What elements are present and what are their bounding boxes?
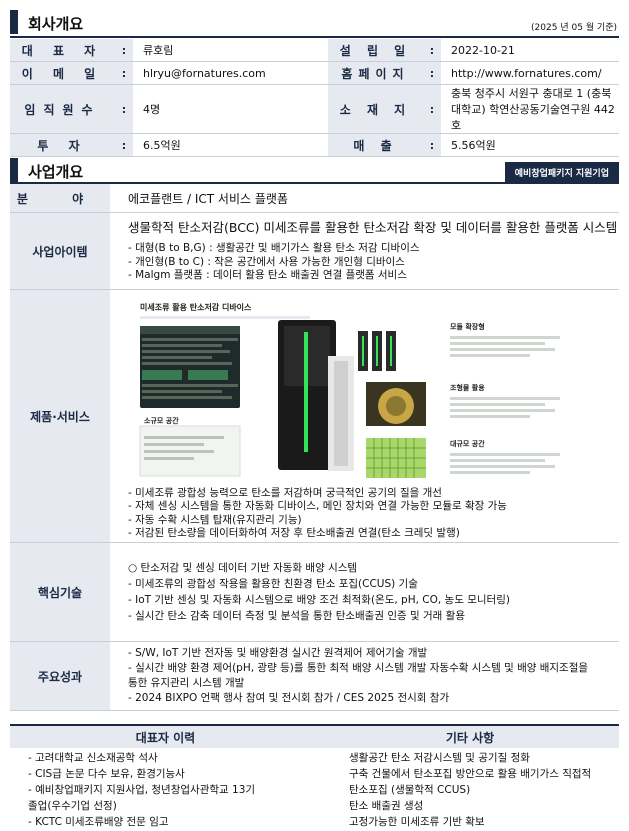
item-title: 생물학적 탄소저감(BCC) 미세조류를 활용한 탄소저감 확장 및 데이터를 …	[128, 220, 618, 236]
list-item: - 개인형(B to C) : 작은 공간에서 사용 가능한 개인형 디바이스	[128, 255, 405, 268]
value-homepage[interactable]: http://www.fornatures.com/	[441, 61, 619, 85]
list-item: - 2024 BIXPO 언팩 행사 참여 및 전시회 참가 / CES 202…	[128, 692, 450, 704]
list-item: - IoT 기반 센싱 및 자동화 시스템으로 배양 조건 최적화(온도, pH…	[128, 594, 510, 606]
section-marker	[10, 158, 18, 182]
label-field: 분 야	[10, 184, 110, 213]
value-employees: 4명	[133, 84, 328, 134]
label-business-item: 사업아이템	[10, 212, 110, 290]
list-item: 고정가능한 미세조류 기반 확보	[349, 816, 485, 828]
table-header-row: 대표자 이력 기타 사항	[10, 724, 619, 748]
list-item: 통한 유지관리 시스템 개발	[128, 677, 245, 689]
support-badge: 예비창업패키지 지원기업	[504, 162, 619, 182]
list-item: - 자체 센싱 시스템을 통한 자동화 디바이스, 메인 장치와 연결 가능한 …	[128, 500, 507, 512]
table-row: 사업아이템 생물학적 탄소저감(BCC) 미세조류를 활용한 탄소저감 확장 및…	[10, 212, 619, 290]
product-image-title: 미세조류 활용 탄소저감 디바이스	[140, 302, 252, 312]
small-space-label: 소규모 공간	[144, 416, 179, 425]
value-investment: 6.5억원	[133, 133, 328, 157]
business-section-title: 사업개요	[28, 163, 84, 181]
list-item: ○ 탄소저감 및 센싱 데이터 기반 자동화 배양 시스템	[128, 562, 358, 574]
table-row: - 고려대학교 신소재공학 석사 - CIS급 논문 다수 보유, 환경기능사 …	[10, 748, 619, 831]
label-revenue: 매 출	[328, 133, 423, 157]
module-label: 모듈 확장형	[450, 322, 485, 331]
label-homepage: 홈페이지	[328, 61, 423, 85]
business-table: 분 야 에코플랜트 / ICT 서비스 플랫폼 사업아이템 생물학적 탄소저감(…	[10, 184, 619, 711]
list-item: - Malgm 플랫폼 : 데이터 활용 탄소 배출권 연결 플랫폼 서비스	[128, 269, 407, 282]
table-row: 분 야 에코플랜트 / ICT 서비스 플랫폼	[10, 184, 619, 213]
company-info-table: 대 표 자 : 류호림 설 립 일 : 2022-10-21 이 메 일 : h…	[10, 39, 619, 157]
label-achievements: 주요성과	[10, 641, 110, 711]
list-item: - 저감된 탄소량을 데이터화하여 저장 후 탄소배출권 연결(탄소 크레딧 발…	[128, 527, 460, 539]
value-founded: 2022-10-21	[441, 39, 619, 62]
label-investment: 투 자	[10, 133, 115, 157]
table-row: 핵심기술 ○ 탄소저감 및 센싱 데이터 기반 자동화 배양 시스템 - 미세조…	[10, 542, 619, 642]
other-notes-header: 기타 사항	[321, 724, 619, 748]
date-note: (2025 년 05 월 기준)	[531, 23, 617, 33]
list-item: - 예비창업패키지 지원사업, 청년창업사관학교 13기	[28, 784, 256, 796]
bottom-table: 대표자 이력 기타 사항 - 고려대학교 신소재공학 석사 - CIS급 논문 …	[10, 724, 619, 831]
list-item: - 미세조류 광합성 능력으로 탄소를 저감하며 궁극적인 공기의 질을 개선	[128, 486, 442, 499]
label-founded: 설 립 일	[328, 39, 423, 62]
list-item: - 실시간 탄소 감축 데이터 측정 및 분석을 통한 탄소배출권 인증 및 거…	[128, 610, 465, 622]
sculpture-label: 조형물 활용	[450, 383, 485, 392]
value-address: 충북 청주시 서원구 충대로 1 (충북대학교) 학연산공동기술연구원 442호	[441, 84, 619, 134]
company-section-title: 회사개요	[28, 15, 84, 33]
product-illustration-icon: 미세조류 활용 탄소저감 디바이스 소규모 공간 모듈 확장형 조형물 활용 대…	[128, 295, 578, 481]
list-item: - KCTC 미세조류배양 전문 임고	[28, 816, 169, 828]
list-item: - 고려대학교 신소재공학 석사	[28, 752, 158, 764]
label-product: 제품·서비스	[10, 289, 110, 543]
ceo-history-header: 대표자 이력	[10, 724, 321, 748]
section-divider	[10, 36, 619, 38]
company-section-header: 회사개요	[10, 10, 619, 34]
list-item: 생활공간 탄소 저감시스템 및 공기질 정화	[349, 752, 530, 764]
table-row: 제품·서비스 미세조류 활용 탄소저감 디바이스 소규모 공간 모듈 확장형 조…	[10, 289, 619, 543]
label-email: 이 메 일	[10, 61, 115, 85]
table-row: 대 표 자 : 류호림 설 립 일 : 2022-10-21	[10, 39, 619, 62]
list-item: - 미세조류의 광합성 작용을 활용한 친환경 탄소 포집(CCUS) 기술	[128, 578, 418, 590]
label-core-tech: 핵심기술	[10, 542, 110, 642]
list-item: - 실시간 배양 환경 제어(pH, 광량 등)를 통한 최적 배양 시스템 개…	[128, 662, 589, 674]
list-item: 탄소포집 (생물학적 CCUS)	[349, 784, 471, 796]
list-item: 졸업(우수기업 선정)	[28, 800, 117, 812]
list-item: 탄소 배출권 생성	[349, 800, 424, 812]
value-ceo: 류호림	[133, 39, 328, 62]
label-ceo: 대 표 자	[10, 39, 115, 62]
list-item: - S/W, IoT 기반 전자동 및 배양환경 실시간 원격제어 제어기술 개…	[128, 647, 428, 659]
list-item: - 대형(B to B,G) : 생활공간 및 배기가스 활용 탄소 저감 디바…	[128, 242, 420, 255]
list-item: - 자동 수확 시스템 탑재(유지관리 기능)	[128, 513, 302, 526]
table-row: 임직원수 : 4명 소 재 지 : 충북 청주시 서원구 충대로 1 (충북대학…	[10, 84, 619, 134]
table-row: 이 메 일 : hlryu@fornatures.com 홈페이지 : http…	[10, 61, 619, 85]
value-revenue: 5.56억원	[441, 133, 619, 157]
table-row: 주요성과 - S/W, IoT 기반 전자동 및 배양환경 실시간 원격제어 제…	[10, 641, 619, 711]
table-row: 투 자 : 6.5억원 매 출 : 5.56억원	[10, 133, 619, 157]
label-employees: 임직원수	[10, 84, 115, 134]
value-email[interactable]: hlryu@fornatures.com	[133, 61, 328, 85]
section-marker	[10, 10, 18, 34]
list-item: 구축 건물에서 탄소포집 방안으로 활용 배기가스 직접적	[349, 768, 592, 780]
list-item: - CIS급 논문 다수 보유, 환경기능사	[28, 768, 185, 780]
label-address: 소 재 지	[328, 84, 423, 134]
product-image: 미세조류 활용 탄소저감 디바이스 소규모 공간 모듈 확장형 조형물 활용 대…	[128, 295, 578, 481]
large-space-label: 대규모 공간	[450, 439, 485, 448]
value-field: 에코플랜트 / ICT 서비스 플랫폼	[110, 184, 619, 213]
